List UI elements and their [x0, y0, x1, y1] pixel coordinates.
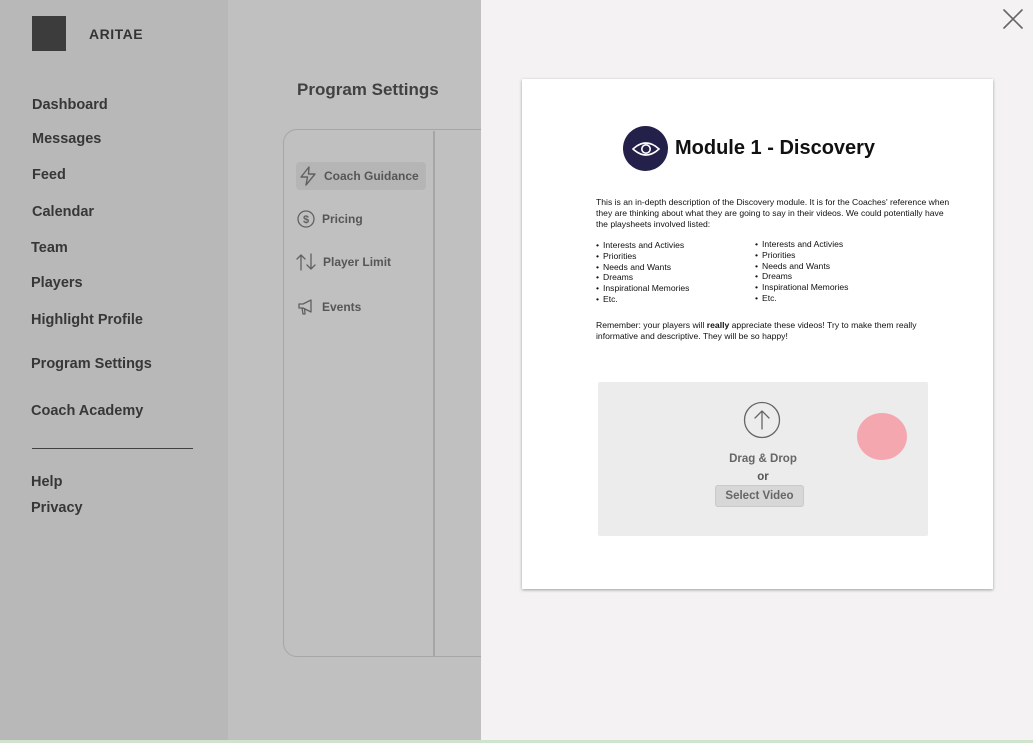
eye-icon	[623, 126, 668, 171]
list-item: Interests and Activies	[755, 239, 848, 250]
module-header: Module 1 - Discovery	[623, 126, 875, 171]
list-item: Needs and Wants	[755, 261, 848, 272]
list-item: Inspirational Memories	[596, 283, 755, 294]
playsheet-list-left: Interests and Activies Priorities Needs …	[596, 240, 755, 305]
playsheet-list-right: Interests and Activies Priorities Needs …	[755, 239, 848, 305]
list-item: Etc.	[596, 294, 755, 305]
list-item: Interests and Activies	[596, 240, 755, 251]
list-item: Dreams	[596, 272, 755, 283]
list-item: Inspirational Memories	[755, 282, 848, 293]
list-item: Priorities	[755, 250, 848, 261]
video-dropzone[interactable]: Drag & Drop or Select Video	[598, 382, 928, 536]
module-title: Module 1 - Discovery	[675, 137, 876, 159]
list-item: Etc.	[755, 293, 848, 304]
module-document: Module 1 - Discovery This is an in-depth…	[522, 79, 993, 589]
reminder-prefix: Remember: your players will	[596, 320, 707, 330]
close-icon[interactable]	[1002, 8, 1024, 30]
reminder-emphasis: really	[706, 320, 730, 330]
list-item: Dreams	[755, 271, 848, 282]
module-description: This is an in-depth description of the D…	[596, 197, 950, 229]
select-video-button[interactable]: Select Video	[715, 485, 804, 507]
playsheet-lists: Interests and Activies Priorities Needs …	[596, 239, 956, 305]
module-reminder: Remember: your players will really appre…	[596, 320, 956, 342]
list-item: Priorities	[596, 251, 755, 262]
upload-arrow-icon[interactable]	[743, 401, 781, 439]
cursor-indicator	[857, 413, 907, 460]
list-item: Needs and Wants	[596, 262, 755, 273]
or-label: or	[757, 471, 769, 483]
modal-backdrop[interactable]	[0, 0, 481, 743]
